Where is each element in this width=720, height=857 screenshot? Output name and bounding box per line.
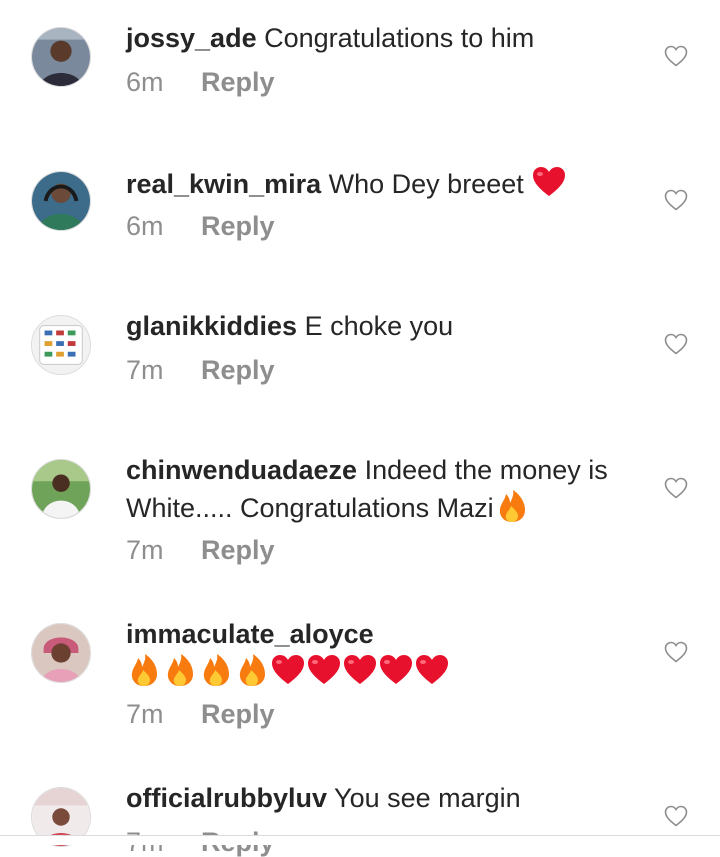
heart-outline-icon[interactable] <box>664 333 688 355</box>
comment-body: immaculate_aloyce <box>126 616 646 690</box>
reply-button[interactable]: Reply <box>201 355 275 385</box>
timestamp: 7m <box>126 535 164 565</box>
username[interactable]: officialrubbyluv <box>126 783 327 813</box>
timestamp: 7m <box>126 699 164 729</box>
username[interactable]: chinwenduadaeze <box>126 455 357 485</box>
avatar[interactable] <box>31 27 91 87</box>
heart-outline-icon[interactable] <box>664 805 688 827</box>
comment-meta: 7m Reply <box>126 535 275 565</box>
heart-outline-icon[interactable] <box>664 477 688 499</box>
reply-button[interactable]: Reply <box>201 699 275 729</box>
avatar[interactable] <box>31 315 91 375</box>
comment-body: jossy_ade Congratulations to him <box>126 20 646 56</box>
fire-emoji <box>162 652 198 688</box>
comment-meta: 6m Reply <box>126 211 275 241</box>
fire-emoji <box>234 652 270 688</box>
heart-emoji <box>531 164 567 200</box>
heart-outline-icon[interactable] <box>664 45 688 67</box>
fire-emoji <box>126 652 162 688</box>
heart-emoji <box>342 652 378 688</box>
reply-button[interactable]: Reply <box>201 211 275 241</box>
avatar[interactable] <box>31 459 91 519</box>
fire-emoji <box>198 652 234 688</box>
comment-text-line2: White..... Congratulations Mazi <box>126 493 494 523</box>
comment-body: officialrubbyluv You see margin <box>126 780 646 816</box>
comment-body: real_kwin_mira Who Dey breeet <box>126 164 646 202</box>
bottom-bar-background <box>0 836 720 845</box>
comment-text: You see margin <box>334 783 521 813</box>
reply-button[interactable]: Reply <box>201 535 275 565</box>
emoji-row <box>126 654 450 687</box>
comment-body: chinwenduadaeze Indeed the money is Whit… <box>126 452 646 526</box>
comment-text: E choke you <box>304 311 454 341</box>
comment-meta: 7m Reply <box>126 355 275 385</box>
heart-emoji <box>270 652 306 688</box>
heart-outline-icon[interactable] <box>664 641 688 663</box>
heart-emoji <box>378 652 414 688</box>
comment-text: Who Dey breeet <box>328 169 524 199</box>
comment-meta: 6m Reply <box>126 67 275 97</box>
avatar[interactable] <box>31 171 91 231</box>
heart-emoji <box>414 652 450 688</box>
reply-button[interactable]: Reply <box>201 67 275 97</box>
username[interactable]: glanikkiddies <box>126 311 297 341</box>
heart-outline-icon[interactable] <box>664 189 688 211</box>
timestamp: 6m <box>126 211 164 241</box>
timestamp: 7m <box>126 355 164 385</box>
comment-body: glanikkiddies E choke you <box>126 308 646 344</box>
comment-meta: 7m Reply <box>126 699 275 729</box>
comment-text: Congratulations to him <box>264 23 535 53</box>
avatar[interactable] <box>31 623 91 683</box>
timestamp: 6m <box>126 67 164 97</box>
comment-text-line1: Indeed the money is <box>364 455 608 485</box>
username[interactable]: jossy_ade <box>126 23 257 53</box>
heart-emoji <box>306 652 342 688</box>
username[interactable]: real_kwin_mira <box>126 169 321 199</box>
fire-emoji <box>494 488 530 524</box>
username[interactable]: immaculate_aloyce <box>126 619 374 649</box>
